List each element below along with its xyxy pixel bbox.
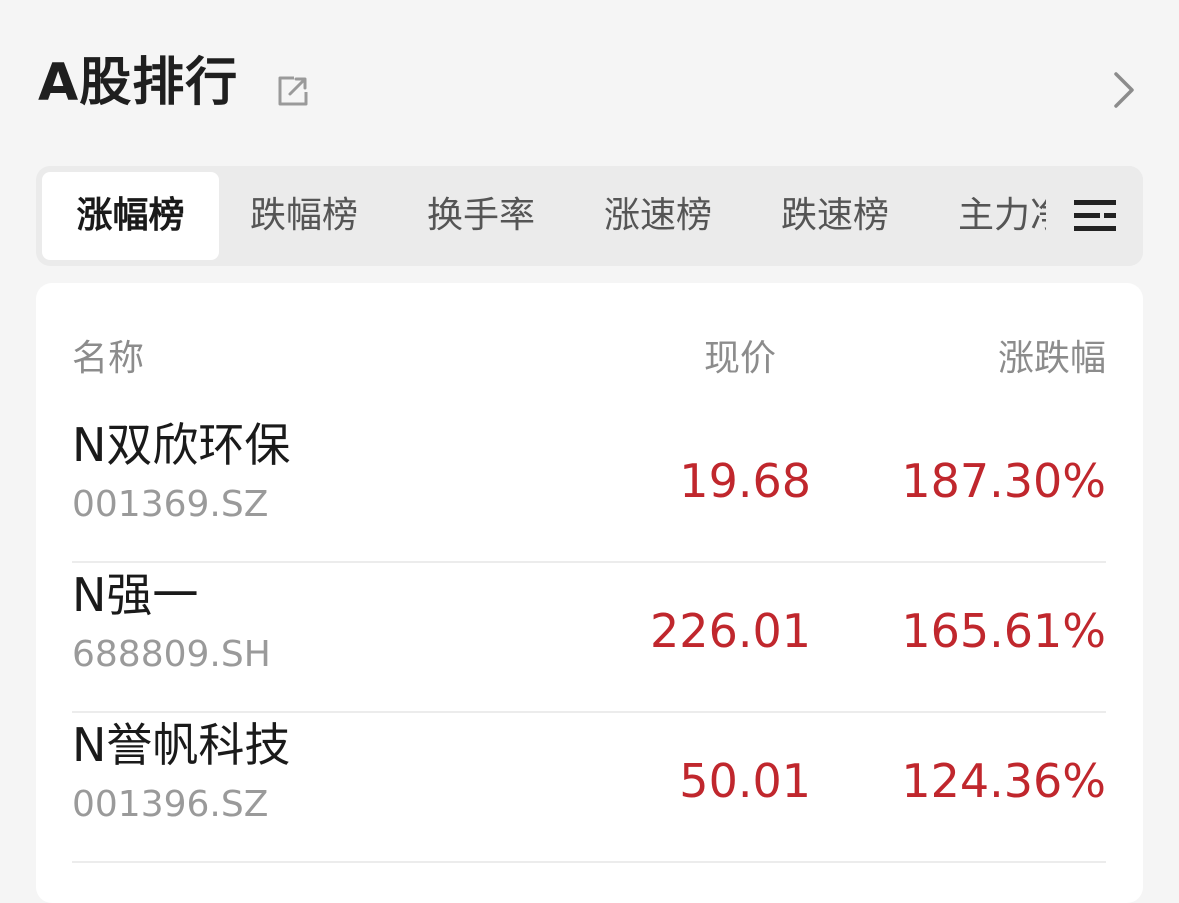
ranking-tabs: 涨幅榜 跌幅榜 换手率 涨速榜 跌速榜 主力净 [36, 166, 1143, 266]
stock-name: N强一 [72, 568, 199, 622]
stock-code: 001369.SZ [72, 484, 269, 525]
tab-fast-gainers[interactable]: 涨速榜 [604, 172, 712, 260]
stock-code: 001396.SZ [72, 784, 269, 825]
menu-icon[interactable] [1072, 196, 1118, 236]
column-header-price: 现价 [703, 338, 776, 379]
stock-change: 187.30% [901, 454, 1106, 508]
stock-price: 50.01 [679, 754, 811, 808]
row-divider [72, 861, 1106, 863]
stock-code: 688809.SH [72, 634, 271, 675]
stock-change: 165.61% [901, 604, 1106, 658]
tab-fast-losers[interactable]: 跌速榜 [781, 172, 889, 260]
table-row[interactable]: N誉帆科技 001396.SZ 50.01 124.36% [72, 713, 1106, 863]
chevron-right-icon[interactable] [1106, 70, 1142, 110]
ranking-card: 名称 现价 涨跌幅 N双欣环保 001369.SZ 19.68 187.30% … [36, 283, 1143, 903]
tab-turnover[interactable]: 换手率 [427, 172, 535, 260]
stock-change: 124.36% [901, 754, 1106, 808]
stock-price: 226.01 [650, 604, 811, 658]
page-title: A股排行 [38, 53, 239, 113]
tab-gainers[interactable]: 涨幅榜 [42, 172, 219, 260]
column-header-change: 涨跌幅 [997, 338, 1106, 379]
header: A股排行 [0, 0, 1179, 160]
share-icon[interactable] [274, 70, 314, 110]
tab-losers[interactable]: 跌幅榜 [250, 172, 358, 260]
stock-name: N誉帆科技 [72, 718, 291, 772]
stock-name: N双欣环保 [72, 418, 291, 472]
stock-price: 19.68 [679, 454, 811, 508]
table-row[interactable]: N双欣环保 001369.SZ 19.68 187.30% [72, 413, 1106, 563]
column-header-name: 名称 [72, 338, 145, 379]
table-row[interactable]: N强一 688809.SH 226.01 165.61% [72, 563, 1106, 713]
